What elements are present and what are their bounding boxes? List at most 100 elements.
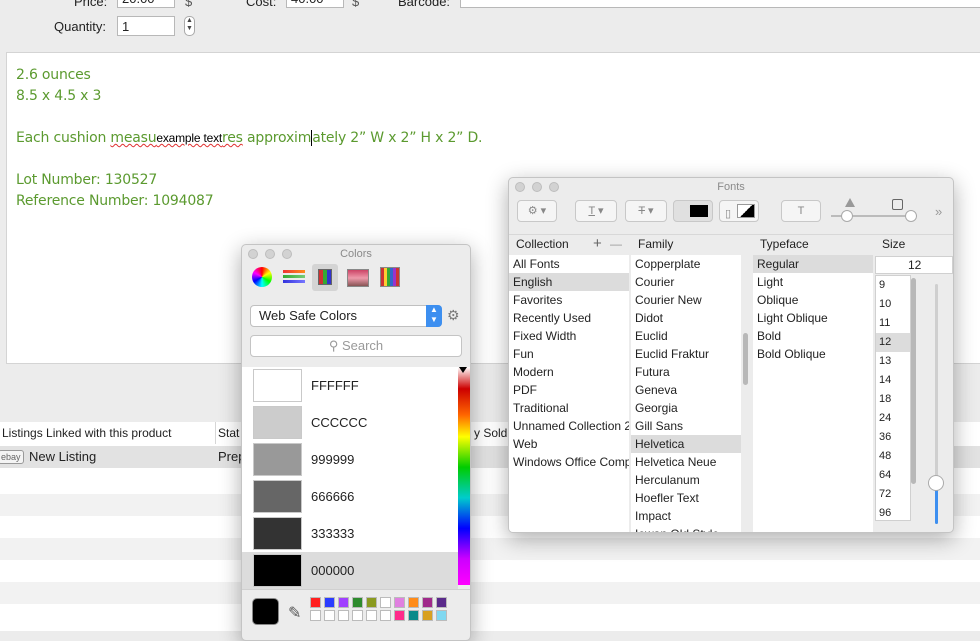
size-item[interactable]: 14 bbox=[876, 371, 910, 390]
size-item[interactable]: 72 bbox=[876, 485, 910, 504]
gear-icon[interactable]: ⚙ bbox=[447, 307, 460, 324]
family-item[interactable]: Georgia bbox=[631, 399, 741, 417]
favorite-swatch[interactable] bbox=[436, 597, 447, 608]
column-header-listings[interactable]: Listings Linked with this product bbox=[0, 422, 216, 444]
collection-item[interactable]: Traditional bbox=[509, 399, 629, 417]
search-input[interactable]: ⚲ Search bbox=[250, 335, 462, 357]
collection-item[interactable]: Fun bbox=[509, 345, 629, 363]
shadow-opacity-slider[interactable] bbox=[831, 215, 879, 217]
collection-item[interactable]: English bbox=[509, 273, 629, 291]
size-slider-knob[interactable] bbox=[928, 475, 944, 492]
typeface-item[interactable]: Light bbox=[753, 273, 873, 291]
collection-item[interactable]: Favorites bbox=[509, 291, 629, 309]
size-item[interactable]: 13 bbox=[876, 352, 910, 371]
minimize-button[interactable] bbox=[265, 249, 275, 259]
favorite-swatch[interactable] bbox=[310, 597, 321, 608]
swatch-row[interactable]: FFFFFF bbox=[242, 367, 458, 404]
family-item[interactable]: Copperplate bbox=[631, 255, 741, 273]
favorite-swatch[interactable] bbox=[380, 597, 391, 608]
image-palettes-icon[interactable] bbox=[347, 269, 369, 287]
collection-item[interactable]: Modern bbox=[509, 363, 629, 381]
stepper-up-icon[interactable]: ▲ bbox=[185, 17, 194, 25]
collection-item[interactable]: Recently Used bbox=[509, 309, 629, 327]
eyedropper-icon[interactable]: ✎ bbox=[288, 603, 301, 623]
favorite-swatch[interactable] bbox=[408, 597, 419, 608]
pencils-icon[interactable] bbox=[380, 267, 400, 287]
size-item[interactable]: 10 bbox=[876, 295, 910, 314]
size-item[interactable]: 36 bbox=[876, 428, 910, 447]
favorite-swatch[interactable] bbox=[408, 610, 419, 621]
family-item[interactable]: Courier New bbox=[631, 291, 741, 309]
color-sliders-icon[interactable] bbox=[283, 269, 305, 287]
collection-item[interactable]: Fixed Width bbox=[509, 327, 629, 345]
family-item[interactable]: Geneva bbox=[631, 381, 741, 399]
family-list[interactable]: Copperplate Courier Courier New Didot Euclid… bbox=[631, 255, 741, 532]
size-item[interactable]: 96 bbox=[876, 504, 910, 523]
collection-item[interactable]: Web bbox=[509, 435, 629, 453]
more-toolbar-icon[interactable]: » bbox=[935, 204, 942, 219]
size-item[interactable]: 12 bbox=[876, 333, 910, 352]
size-item[interactable]: 18 bbox=[876, 390, 910, 409]
collection-item[interactable]: All Fonts bbox=[509, 255, 629, 273]
quantity-stepper[interactable]: ▲ ▼ bbox=[184, 16, 195, 36]
price-field[interactable]: 20.00 bbox=[117, 0, 175, 8]
text-color-button[interactable]: T bbox=[673, 200, 713, 222]
swatch-row[interactable]: 999999 bbox=[242, 441, 458, 478]
size-item[interactable]: 64 bbox=[876, 466, 910, 485]
typeface-item[interactable]: Bold Oblique bbox=[753, 345, 873, 363]
swatch-row[interactable]: 000000 bbox=[242, 552, 458, 589]
palette-scroll-spectrum[interactable] bbox=[458, 367, 470, 585]
add-collection-button[interactable]: + bbox=[593, 234, 602, 254]
favorite-swatch[interactable] bbox=[324, 610, 335, 621]
family-item[interactable]: Courier bbox=[631, 273, 741, 291]
family-item[interactable]: Didot bbox=[631, 309, 741, 327]
favorite-swatch[interactable] bbox=[366, 610, 377, 621]
family-item[interactable]: Hoefler Text bbox=[631, 489, 741, 507]
size-list-scrollbar[interactable] bbox=[911, 278, 916, 484]
family-item[interactable]: Impact bbox=[631, 507, 741, 525]
shadow-blur-knob[interactable] bbox=[905, 210, 917, 222]
color-wheel-icon[interactable] bbox=[252, 267, 272, 287]
favorite-swatch[interactable] bbox=[380, 610, 391, 621]
barcode-field[interactable] bbox=[460, 0, 980, 8]
size-item[interactable]: 11 bbox=[876, 314, 910, 333]
favorite-swatch[interactable] bbox=[394, 610, 405, 621]
typeface-item[interactable]: Bold bbox=[753, 327, 873, 345]
family-item[interactable]: Euclid bbox=[631, 327, 741, 345]
collection-item[interactable]: Windows Office Comp bbox=[509, 453, 629, 471]
text-shadow-button[interactable]: T bbox=[781, 200, 821, 222]
zoom-button[interactable] bbox=[549, 182, 559, 192]
favorite-swatch[interactable] bbox=[338, 610, 349, 621]
favorite-swatches[interactable] bbox=[310, 597, 460, 627]
family-item[interactable]: Helvetica bbox=[631, 435, 741, 453]
collection-list[interactable]: All Fonts English Favorites Recently Used Fi… bbox=[509, 255, 629, 532]
typeface-item[interactable]: Light Oblique bbox=[753, 309, 873, 327]
collection-item[interactable]: Unnamed Collection 2 bbox=[509, 417, 629, 435]
favorite-swatch[interactable] bbox=[366, 597, 377, 608]
swatch-row[interactable]: 333333 bbox=[242, 515, 458, 552]
color-palettes-tab[interactable] bbox=[312, 264, 338, 291]
fonts-titlebar[interactable]: Fonts bbox=[509, 178, 953, 198]
minimize-button[interactable] bbox=[532, 182, 542, 192]
size-field[interactable]: 12 bbox=[875, 256, 953, 274]
typeface-list[interactable]: Regular Light Oblique Light Oblique Bold Bold… bbox=[753, 255, 873, 532]
favorite-swatch[interactable] bbox=[352, 610, 363, 621]
size-item[interactable]: 48 bbox=[876, 447, 910, 466]
strikethrough-button[interactable]: T ▾ bbox=[625, 200, 667, 222]
zoom-button[interactable] bbox=[282, 249, 292, 259]
cost-field[interactable]: 40.00 bbox=[286, 0, 344, 8]
favorite-swatch[interactable] bbox=[310, 610, 321, 621]
size-item[interactable]: 9 bbox=[876, 276, 910, 295]
favorite-swatch[interactable] bbox=[436, 610, 447, 621]
colors-titlebar[interactable]: Colors bbox=[242, 245, 470, 265]
swatch-row[interactable]: CCCCCC bbox=[242, 404, 458, 441]
document-color-button[interactable]: ▯ bbox=[719, 200, 759, 222]
shadow-opacity-knob[interactable] bbox=[841, 210, 853, 222]
family-item[interactable]: Gill Sans bbox=[631, 417, 741, 435]
underline-button[interactable]: T ▾ bbox=[575, 200, 617, 222]
family-scrollbar[interactable] bbox=[743, 333, 748, 385]
typeface-item[interactable]: Oblique bbox=[753, 291, 873, 309]
favorite-swatch[interactable] bbox=[394, 597, 405, 608]
family-item[interactable]: Herculanum bbox=[631, 471, 741, 489]
swatch-row[interactable]: 666666 bbox=[242, 478, 458, 515]
